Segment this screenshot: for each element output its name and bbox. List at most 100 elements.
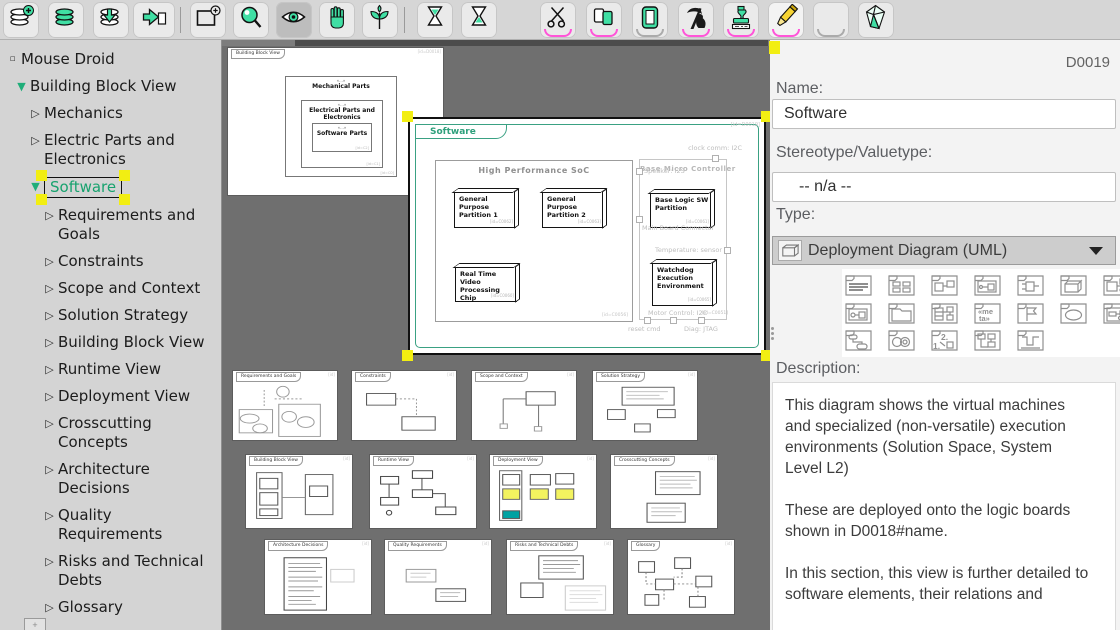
copy-pages-button[interactable] [586,2,622,38]
two-column-boxes-type-icon[interactable] [888,275,915,296]
frame-circle-box-type-icon[interactable] [845,303,872,324]
horizontal-scrollbar[interactable] [222,40,770,46]
numbered-list-type-icon[interactable]: 1.2. [931,330,958,351]
tree-item-building-block-view[interactable]: ▼Building Block View [0,77,221,96]
diagram-thumbnail-glossary[interactable]: Glossary[id] [628,540,734,614]
redo-hourglass-button[interactable] [461,2,497,38]
tree-boxes-type-icon[interactable] [974,330,1001,351]
text-lines-type-icon[interactable] [845,275,872,296]
frame-parts-type-icon[interactable] [1103,303,1120,324]
type-dropdown[interactable]: Deployment Diagram (UML) [772,236,1116,265]
flag-type-icon[interactable] [1017,303,1044,324]
tree-item-constraints[interactable]: ▷Constraints [0,252,221,271]
port-speaker[interactable] [636,168,643,175]
expand-arrow-icon[interactable]: ▷ [43,414,56,433]
diagram-thumbnail-constraints[interactable]: Constraints[id] [352,371,456,440]
expand-arrow-icon[interactable]: ▷ [43,206,56,225]
diagram-thumbnail-building-block-view[interactable]: Building Block View[id] [246,455,352,528]
node-watchdog-execution-environment[interactable]: Watchdog Execution Environment [id=C0065… [652,262,714,306]
port-clock[interactable] [712,155,719,162]
tree-item-electric-parts-and-electronics[interactable]: ▷Electric Parts and Electronics [0,131,221,169]
selection-handle[interactable] [761,350,770,361]
tree-item-runtime-view[interactable]: ▷Runtime View [0,360,221,379]
diagram-thumbnail-scope-and-context[interactable]: Scope and Context[id] [472,371,576,440]
tree-item-architecture-decisions[interactable]: ▷Architecture Decisions [0,460,221,498]
frame-arrow-box-type-icon[interactable] [974,275,1001,296]
stereotype-input[interactable]: -- n/a -- [772,172,1116,202]
selection-handle[interactable] [402,350,413,361]
pan-hand-button[interactable] [319,2,355,38]
expand-arrow-icon[interactable]: ▷ [43,598,56,617]
selection-handle[interactable] [119,194,130,205]
selection-handle[interactable] [402,111,413,122]
database-button[interactable] [48,2,84,38]
diagram-thumbnail-deployment-view[interactable]: Deployment View[id] [490,455,596,528]
import-database-button[interactable] [93,2,129,38]
node-general-purpose-partition-1[interactable]: General Purpose Partition 1 [id=C0062] [454,191,516,228]
port-motor[interactable] [670,317,677,324]
edit-marker-button[interactable] [768,2,804,38]
node-base-logic-sw-partition[interactable]: Base Logic SW Partition [id=C0061] [650,192,712,228]
gem-button[interactable] [858,2,894,38]
new-diagram-button[interactable] [190,2,226,38]
camera-circles-type-icon[interactable] [888,330,915,351]
stamp-button[interactable] [723,2,759,38]
expand-arrow-icon[interactable]: ▷ [43,360,56,379]
expand-arrow-icon[interactable]: ▷ [29,104,42,123]
description-textarea[interactable]: This diagram shows the virtual machines … [772,382,1116,630]
node-3d-type-icon[interactable] [1060,275,1087,296]
diagram-thumbnail-quality-requirements[interactable]: Quality Requirements[id] [385,540,491,614]
selection-handle[interactable] [119,170,130,181]
expand-arrow-icon[interactable]: ▷ [43,387,56,406]
tree-item-mechanics[interactable]: ▷Mechanics [0,104,221,123]
selection-handle[interactable] [36,170,47,181]
stack-tree-type-icon[interactable] [931,303,958,324]
group-high-performance-soc[interactable]: High Performance SoC [id=C0056] General … [435,160,633,322]
blank-button[interactable] [813,2,849,38]
scrollbar-thumb[interactable] [295,40,768,46]
expand-arrow-icon[interactable]: ▷ [43,333,56,352]
expand-arrow-icon[interactable]: ▷ [43,252,56,271]
tree-item-mouse-droid[interactable]: ▫Mouse Droid [0,50,221,69]
ellipse-type-icon[interactable] [1060,303,1087,324]
box-ports-type-icon[interactable] [1103,275,1120,296]
tree-item-risks-and-technical-debts[interactable]: ▷Risks and Technical Debts [0,552,221,590]
panel-resize-handle[interactable] [771,327,775,343]
expand-arrow-icon[interactable]: ▷ [43,279,56,298]
tree-item-solution-strategy[interactable]: ▷Solution Strategy [0,306,221,325]
node-general-purpose-partition-2[interactable]: General Purpose Partition 2 [id=C0063] [542,191,604,228]
linked-boxes-type-icon[interactable] [931,275,958,296]
view-eye-button[interactable] [276,2,312,38]
expand-arrow-icon[interactable]: ▷ [43,460,56,479]
tree-item-building-block-view[interactable]: ▷Building Block View [0,333,221,352]
diagram-thumbnail-crosscutting-concepts[interactable]: Crosscutting Concepts[id] [611,455,717,528]
tree-item-scope-and-context[interactable]: ▷Scope and Context [0,279,221,298]
tree-item-software[interactable]: ▼Software [0,177,221,198]
tree-item-quality-requirements[interactable]: ▷Quality Requirements [0,506,221,544]
diagram-thumbnail-architecture-decisions[interactable]: Architecture Decisions[id] [265,540,371,614]
name-input[interactable]: Software [772,99,1116,129]
expand-arrow-icon[interactable]: ▷ [43,552,56,571]
collapse-arrow-icon[interactable]: ▼ [15,77,28,96]
export-button[interactable] [133,2,175,38]
delete-reaper-button[interactable] [678,2,714,38]
diagram-canvas[interactable]: Building Block View [id=D0018] «...» Mec… [222,40,770,630]
expand-arrow-icon[interactable]: ▷ [29,131,42,150]
port-temperature[interactable] [724,247,731,254]
port-diag[interactable] [698,317,705,324]
tree-item-crosscutting-concepts[interactable]: ▷Crosscutting Concepts [0,414,221,452]
group-base-micro-controller[interactable]: Base Micro Controller Base Logic SW Part… [639,159,727,320]
selection-handle[interactable] [769,41,780,54]
tree-item-requirements-and-goals[interactable]: ▷Requirements and Goals [0,206,221,244]
cut-scissors-button[interactable] [540,2,576,38]
package-folder-type-icon[interactable] [888,303,915,324]
selected-diagram-software[interactable]: Software [id=D0019] High Performance SoC… [408,117,766,355]
diagram-thumbnail-runtime-view[interactable]: Runtime View[id] [370,455,476,528]
selection-handle[interactable] [36,194,47,205]
expand-arrow-icon[interactable]: ▷ [43,506,56,525]
paste-page-button[interactable] [632,2,668,38]
diagram-thumbnail-solution-strategy[interactable]: Solution Strategy[id] [593,371,697,440]
state-flow-type-icon[interactable] [845,330,872,351]
meta-stereotype-type-icon[interactable]: «meta» [974,303,1001,324]
grow-plant-button[interactable] [362,2,398,38]
